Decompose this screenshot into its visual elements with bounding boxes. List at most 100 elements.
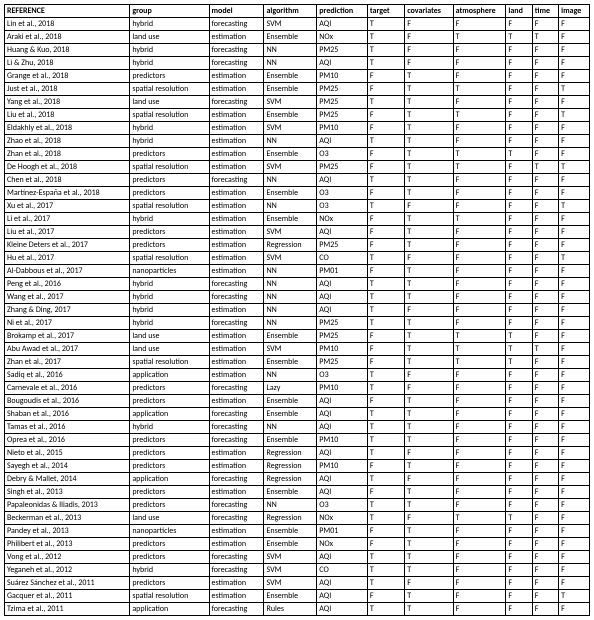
cell: T xyxy=(367,564,404,577)
cell: O3 xyxy=(317,200,368,213)
cell: F xyxy=(559,382,590,395)
cell: F xyxy=(532,109,558,122)
cell: F xyxy=(506,408,532,421)
column-header: covariates xyxy=(405,5,453,18)
cell: forecasting xyxy=(209,278,264,291)
cell: F xyxy=(453,486,506,499)
cell: estimation xyxy=(209,304,264,317)
table-row: Al-Dabbous et al., 2017nanoparticlesesti… xyxy=(5,265,590,278)
cell: NN xyxy=(264,304,317,317)
cell: hybrid xyxy=(130,278,209,291)
cell: forecasting xyxy=(209,57,264,70)
cell: F xyxy=(532,473,558,486)
cell: F xyxy=(367,213,404,226)
cell: land use xyxy=(130,512,209,525)
cell: F xyxy=(453,70,506,83)
cell: F xyxy=(559,499,590,512)
cell: T xyxy=(506,343,532,356)
cell: predictors xyxy=(130,174,209,187)
cell: hybrid xyxy=(130,44,209,57)
cell: F xyxy=(367,395,404,408)
table-row: Brokamp et al., 2017land useestimationEn… xyxy=(5,330,590,343)
cell: F xyxy=(506,421,532,434)
cell: hybrid xyxy=(130,291,209,304)
cell: T xyxy=(405,356,453,369)
cell: F xyxy=(532,434,558,447)
cell: F xyxy=(453,408,506,421)
cell: application xyxy=(130,473,209,486)
column-header: group xyxy=(130,5,209,18)
cell: T xyxy=(405,421,453,434)
table-row: Martínez-España et al., 2018predictorses… xyxy=(5,187,590,200)
cell: F xyxy=(532,122,558,135)
cell: Ensemble xyxy=(264,330,317,343)
cell: Regression xyxy=(264,460,317,473)
cell: PM10 xyxy=(317,382,368,395)
cell: spatial resolution xyxy=(130,83,209,96)
cell: T xyxy=(367,317,404,330)
cell: F xyxy=(559,603,590,616)
cell: T xyxy=(532,31,558,44)
cell: T xyxy=(405,460,453,473)
cell: SVM xyxy=(264,18,317,31)
cell: NN xyxy=(264,265,317,278)
table-row: Chen et al., 2018predictorsforecastingNN… xyxy=(5,174,590,187)
table-row: Huang & Kuo, 2018hybridforecastingNNPM25… xyxy=(5,44,590,57)
cell: F xyxy=(559,395,590,408)
cell: forecasting xyxy=(209,382,264,395)
cell: SVM xyxy=(264,551,317,564)
cell: F xyxy=(453,200,506,213)
cell: F xyxy=(453,434,506,447)
cell: Ensemble xyxy=(264,83,317,96)
cell: T xyxy=(453,213,506,226)
cell: T xyxy=(405,96,453,109)
cell: F xyxy=(559,44,590,57)
cell: T xyxy=(367,174,404,187)
cell: SVM xyxy=(264,161,317,174)
cell: F xyxy=(506,18,532,31)
table-row: Hu et al., 2017spatial resolutionestimat… xyxy=(5,252,590,265)
cell: F xyxy=(453,226,506,239)
cell: AQI xyxy=(317,278,368,291)
cell: Papaleonidas & Iliadis, 2013 xyxy=(5,499,130,512)
cell: predictors xyxy=(130,460,209,473)
cell: F xyxy=(405,31,453,44)
cell: Shaban et al., 2016 xyxy=(5,408,130,421)
cell: T xyxy=(405,486,453,499)
table-row: Grange et al., 2018predictorsestimationE… xyxy=(5,70,590,83)
cell: Debry & Mallet, 2014 xyxy=(5,473,130,486)
table-row: Lin et al., 2018hybridforecastingSVMAQIT… xyxy=(5,18,590,31)
cell: F xyxy=(532,603,558,616)
cell: F xyxy=(559,369,590,382)
cell: F xyxy=(532,525,558,538)
cell: Nieto et al., 2015 xyxy=(5,447,130,460)
cell: estimation xyxy=(209,356,264,369)
cell: T xyxy=(405,343,453,356)
cell: F xyxy=(405,200,453,213)
cell: T xyxy=(405,330,453,343)
cell: F xyxy=(506,395,532,408)
cell: F xyxy=(506,122,532,135)
cell: Carnevale et al., 2016 xyxy=(5,382,130,395)
cell: F xyxy=(453,18,506,31)
cell: T xyxy=(559,252,590,265)
cell: Zhan et al., 2018 xyxy=(5,148,130,161)
cell: hybrid xyxy=(130,135,209,148)
cell: NN xyxy=(264,57,317,70)
cell: estimation xyxy=(209,590,264,603)
cell: T xyxy=(532,343,558,356)
cell: T xyxy=(506,356,532,369)
cell: F xyxy=(559,408,590,421)
cell: F xyxy=(559,577,590,590)
cell: F xyxy=(559,31,590,44)
cell: forecasting xyxy=(209,408,264,421)
cell: T xyxy=(405,499,453,512)
cell: AQI xyxy=(317,577,368,590)
cell: Tzima et al., 2011 xyxy=(5,603,130,616)
cell: T xyxy=(453,356,506,369)
cell: T xyxy=(453,83,506,96)
cell: T xyxy=(506,512,532,525)
cell: T xyxy=(405,317,453,330)
cell: T xyxy=(453,512,506,525)
cell: spatial resolution xyxy=(130,109,209,122)
